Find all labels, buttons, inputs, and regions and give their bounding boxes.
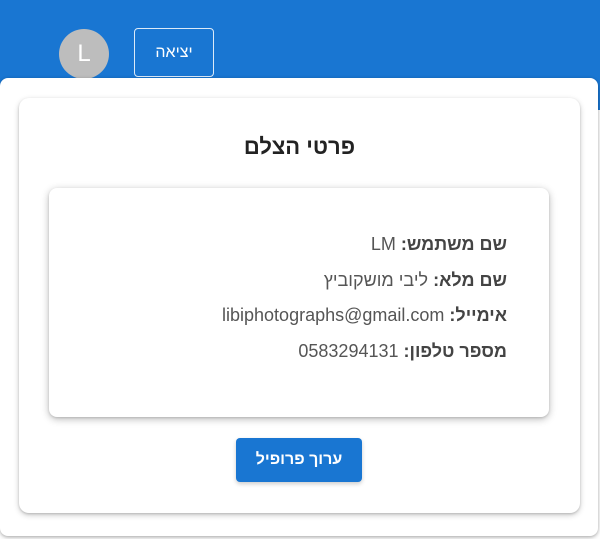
email-label: אימייל: [449,305,507,325]
detail-row-username: שם משתמש: LM [371,234,507,255]
logout-button[interactable]: יציאה [134,28,214,77]
email-value: libiphotographs@gmail.com [222,305,445,325]
fullname-value: ליבי מושקוביץ [323,270,429,290]
detail-row-phone: מספר טלפון: 0583294131 [298,341,507,362]
username-label: שם משתמש: [400,234,507,254]
avatar[interactable]: L [59,29,109,79]
phone-value: 0583294131 [298,341,399,361]
detail-row-fullname: שם מלא: ליבי מושקוביץ [324,270,507,291]
profile-details: שם משתמש: LM שם מלא: ליבי מושקוביץ אימיי… [49,188,549,417]
profile-card: פרטי הצלם שם משתמש: LM שם מלא: ליבי מושק… [19,98,580,513]
username-value: LM [370,234,396,254]
phone-label: מספר טלפון: [403,341,507,361]
fullname-label: שם מלא: [433,270,507,290]
edit-profile-button[interactable]: ערוך פרופיל [236,438,362,482]
page-title: פרטי הצלם [243,134,356,159]
detail-row-email: אימייל: libiphotographs@gmail.com [222,305,507,326]
